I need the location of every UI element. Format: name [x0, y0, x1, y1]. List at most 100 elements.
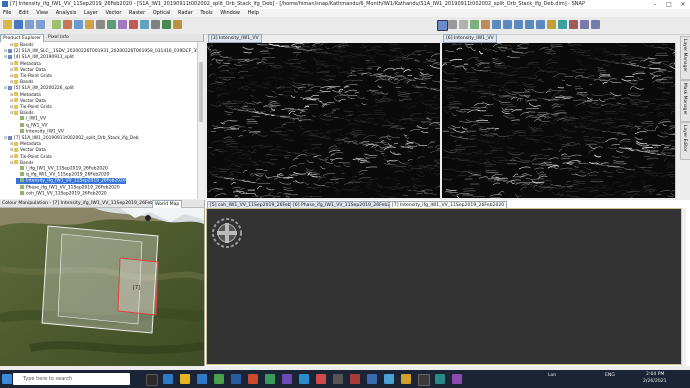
tree-band-item[interactable]: i_ifg_IW1_VV_11Sep2019_26Feb2020: [16, 166, 108, 172]
navigation-control[interactable]: [209, 215, 249, 255]
app-icon[interactable]: [367, 374, 377, 384]
task-view-icon[interactable]: [146, 374, 158, 386]
tree-product-item[interactable]: ⊟ [4] S1A_IW_20190911_split: [4, 54, 74, 60]
draw-polygon-icon[interactable]: [525, 20, 534, 29]
minimize-button[interactable]: –: [648, 0, 662, 9]
tab-view-intensity-6[interactable]: [6] Intensity_IW1_VV: [443, 34, 497, 43]
image-view-intensity-3[interactable]: [207, 43, 440, 198]
tree-folder-item[interactable]: ⊟ Metadata: [10, 61, 41, 67]
pan-tool-icon[interactable]: [437, 20, 448, 31]
redo-icon[interactable]: [36, 20, 45, 29]
draw-rectangle-icon[interactable]: [514, 20, 523, 29]
histogram-icon[interactable]: [63, 20, 72, 29]
tree-folder-item[interactable]: ⊟ Tie-Point Grids: [10, 73, 52, 79]
tree-folder-item[interactable]: ⊟ Bands: [10, 79, 34, 85]
gcp-placing-icon[interactable]: [558, 20, 567, 29]
pin-placing-icon[interactable]: [547, 20, 556, 29]
taskbar-search-input[interactable]: Type here to search: [13, 373, 130, 385]
acrobat-icon[interactable]: [316, 374, 326, 384]
windows-start-icon[interactable]: [2, 374, 12, 384]
tree-folder-item[interactable]: ⊟ Bands: [10, 110, 34, 116]
tree-folder-item[interactable]: ⊟ Tie-Point Grids: [10, 104, 52, 110]
tree-folder-item[interactable]: ⊟ Tie-Point Grids: [10, 154, 52, 160]
bottom-view-scrollbar[interactable]: [681, 208, 686, 366]
tree-band-item[interactable]: q_ifg_IW1_VV_11Sep2019_26Feb2020: [16, 172, 109, 178]
menu-window[interactable]: Window: [220, 9, 240, 17]
range-finder-icon[interactable]: [481, 20, 490, 29]
tab-pixel-info[interactable]: Pixel Info: [46, 34, 71, 41]
tree-folder-item[interactable]: ⊟ Vector Data: [10, 98, 46, 104]
tree-product-item[interactable]: ⊟ [2] S1A_IW_SLC__1SDV_20200226T001931_20…: [4, 48, 200, 54]
draw-polyline-icon[interactable]: [503, 20, 512, 29]
menu-tools[interactable]: Tools: [200, 9, 212, 17]
draw-ellipse-icon[interactable]: [536, 20, 545, 29]
band-maths-icon[interactable]: [52, 20, 61, 29]
tree-band-item[interactable]: Intensity_ifg_IW1_VV_11Sep2019_26Feb2020: [16, 178, 126, 185]
tab-world-map[interactable]: World Map: [152, 200, 183, 208]
terminal-icon[interactable]: [418, 374, 430, 386]
close-button[interactable]: ✕: [676, 0, 690, 9]
batch-processing-icon[interactable]: [173, 20, 182, 29]
menu-layer[interactable]: Layer: [84, 9, 98, 17]
tree-band-item[interactable]: Intensity_IW1_VV: [16, 128, 64, 135]
maximize-button[interactable]: □: [662, 0, 676, 9]
graph-builder-icon[interactable]: [162, 20, 171, 29]
tree-folder-item[interactable]: ⊟ Metadata: [10, 92, 41, 98]
tab-product-explorer[interactable]: Product Explorer: [0, 34, 45, 42]
tree-product-item[interactable]: ⊟ [5] S1A_IW_20200226_split: [4, 85, 74, 91]
tree-band-item[interactable]: i_IW1_VV: [16, 116, 46, 122]
chrome-icon[interactable]: [214, 374, 224, 384]
image-view-intensity-ifg[interactable]: [206, 208, 682, 365]
magic-wand-icon[interactable]: [569, 20, 578, 29]
tree-folder-item[interactable]: ⊟ Metadata: [10, 141, 41, 147]
world-view-icon[interactable]: [129, 20, 138, 29]
tree-folder-item[interactable]: ⊟ Bands: [10, 42, 34, 48]
tab-view-intensity-3[interactable]: [3] Intensity_IW1_VV: [208, 34, 262, 43]
powerpoint-icon[interactable]: [248, 374, 258, 384]
outlook-icon[interactable]: [299, 374, 309, 384]
statistics-icon[interactable]: [74, 20, 83, 29]
menu-raster[interactable]: Raster: [129, 9, 145, 17]
menu-view[interactable]: View: [36, 9, 48, 17]
tree-band-item[interactable]: Phase_ifg_IW1_VV_11Sep2019_26Feb2020: [16, 184, 120, 191]
menu-help[interactable]: Help: [248, 9, 259, 17]
menu-optical[interactable]: Optical: [153, 9, 171, 17]
sync-views-icon[interactable]: [591, 20, 600, 29]
tree-product-item[interactable]: ⊟ [7] S1A_IW1_20190911t002002_split_Orb_S…: [4, 135, 139, 141]
undo-icon[interactable]: [25, 20, 34, 29]
app-icon[interactable]: [350, 374, 360, 384]
menu-file[interactable]: File: [3, 9, 11, 17]
tab-mask-manager[interactable]: Mask Manager: [680, 80, 690, 122]
word-icon[interactable]: [231, 374, 241, 384]
menu-edit[interactable]: Edit: [19, 9, 29, 17]
scatter-plot-icon[interactable]: [85, 20, 94, 29]
select-tool-icon[interactable]: [470, 20, 479, 29]
profile-plot-icon[interactable]: [96, 20, 105, 29]
app-icon[interactable]: [435, 374, 445, 384]
tab-colour-manipulation[interactable]: Colour Manipulation - [7] Intensity_ifg_…: [0, 200, 167, 207]
clock-time[interactable]: 2:04 PM: [646, 372, 665, 377]
app-icon[interactable]: [401, 374, 411, 384]
tree-band-item[interactable]: coh_IW1_VV_11Sep2019_26Feb2020: [16, 190, 107, 197]
edge-icon[interactable]: [163, 374, 173, 384]
file-explorer-icon[interactable]: [180, 374, 190, 384]
store-icon[interactable]: [197, 374, 207, 384]
spectrum-icon[interactable]: [107, 20, 116, 29]
tree-folder-item[interactable]: ⊟ Vector Data: [10, 147, 46, 153]
app-icon[interactable]: [384, 374, 394, 384]
menu-vector[interactable]: Vector: [105, 9, 121, 17]
image-view-intensity-6[interactable]: [442, 43, 675, 198]
tab-layer-manager[interactable]: Layer Manager: [680, 36, 690, 80]
save-icon[interactable]: [14, 20, 23, 29]
world-map-view[interactable]: [7]: [0, 208, 204, 366]
sync-cursor-icon[interactable]: [580, 20, 589, 29]
snap-taskbar-icon[interactable]: [333, 374, 343, 384]
app-icon[interactable]: [452, 374, 462, 384]
gcp-manager-icon[interactable]: [140, 20, 149, 29]
pin-manager-icon[interactable]: [151, 20, 160, 29]
tree-scrollbar[interactable]: [197, 42, 204, 199]
pixel-info-tool-icon[interactable]: [459, 20, 468, 29]
zoom-tool-icon[interactable]: [448, 20, 457, 29]
tab-layer-editor[interactable]: Layer Editor: [680, 122, 690, 160]
menu-analysis[interactable]: Analysis: [56, 9, 77, 17]
